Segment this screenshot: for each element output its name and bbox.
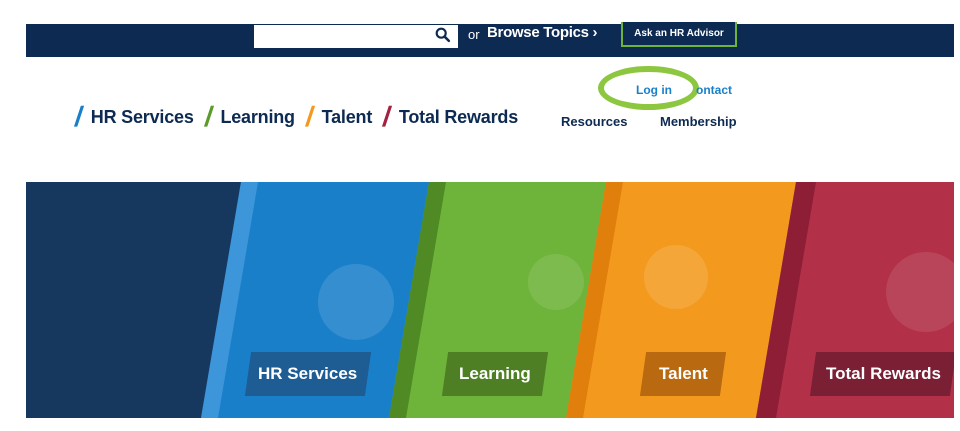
main-nav: / HR Services / Learning / Talent / Tota… xyxy=(72,101,529,132)
hero-label-hr-services[interactable]: HR Services xyxy=(244,352,372,396)
nav-item-talent[interactable]: / Talent xyxy=(303,101,373,132)
login-link[interactable]: Log in xyxy=(636,83,672,97)
or-text: or xyxy=(468,27,480,42)
hero-label-total-rewards[interactable]: Total Rewards xyxy=(809,352,954,396)
search-input[interactable] xyxy=(254,25,458,48)
nav-label: HR Services xyxy=(90,106,194,127)
nav-item-total-rewards[interactable]: / Total Rewards xyxy=(381,101,518,132)
nav-slash-icon: / xyxy=(303,101,316,132)
membership-link[interactable]: Membership xyxy=(660,114,737,129)
hero-label-text: Talent xyxy=(658,364,708,383)
hero-label-learning[interactable]: Learning xyxy=(441,352,549,396)
nav-item-hr-services[interactable]: / HR Services xyxy=(72,101,194,132)
nav-item-learning[interactable]: / Learning xyxy=(202,101,296,132)
browse-topics-link[interactable]: Browse Topics › xyxy=(487,24,598,41)
hero-label-text: Total Rewards xyxy=(825,364,941,383)
hero-label-text: Learning xyxy=(459,364,531,383)
hero-banner: HR Services Learning Talent Total Reward… xyxy=(26,182,954,418)
nav-slash-icon: / xyxy=(72,101,86,132)
hero-label-talent[interactable]: Talent xyxy=(639,352,727,396)
ask-hr-advisor-button[interactable]: Ask an HR Advisor xyxy=(621,22,737,47)
contact-link[interactable]: ontact xyxy=(696,83,732,97)
nav-slash-icon: / xyxy=(381,101,394,132)
nav-label: Talent xyxy=(321,106,373,127)
resources-link[interactable]: Resources xyxy=(561,114,627,129)
nav-slash-icon: / xyxy=(202,101,215,132)
nav-label: Learning xyxy=(220,106,295,127)
search-icon[interactable] xyxy=(434,26,452,44)
hero-label-text: HR Services xyxy=(258,364,358,383)
nav-label: Total Rewards xyxy=(398,106,518,127)
